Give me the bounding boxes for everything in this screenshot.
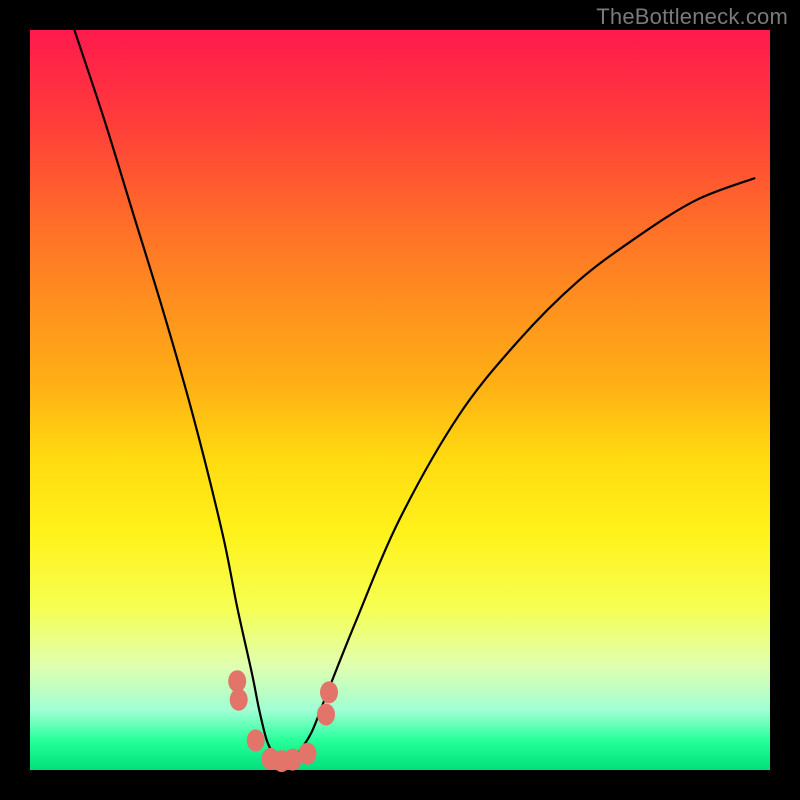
watermark-text: TheBottleneck.com (596, 4, 788, 30)
highlight-markers (228, 670, 338, 772)
curve-svg (30, 30, 770, 770)
marker-dot (320, 681, 338, 703)
marker-dot (247, 729, 265, 751)
marker-dot (317, 704, 335, 726)
chart-frame: TheBottleneck.com (0, 0, 800, 800)
marker-dot (299, 743, 317, 765)
marker-dot (230, 689, 248, 711)
plot-area (30, 30, 770, 770)
bottleneck-curve (74, 30, 755, 764)
